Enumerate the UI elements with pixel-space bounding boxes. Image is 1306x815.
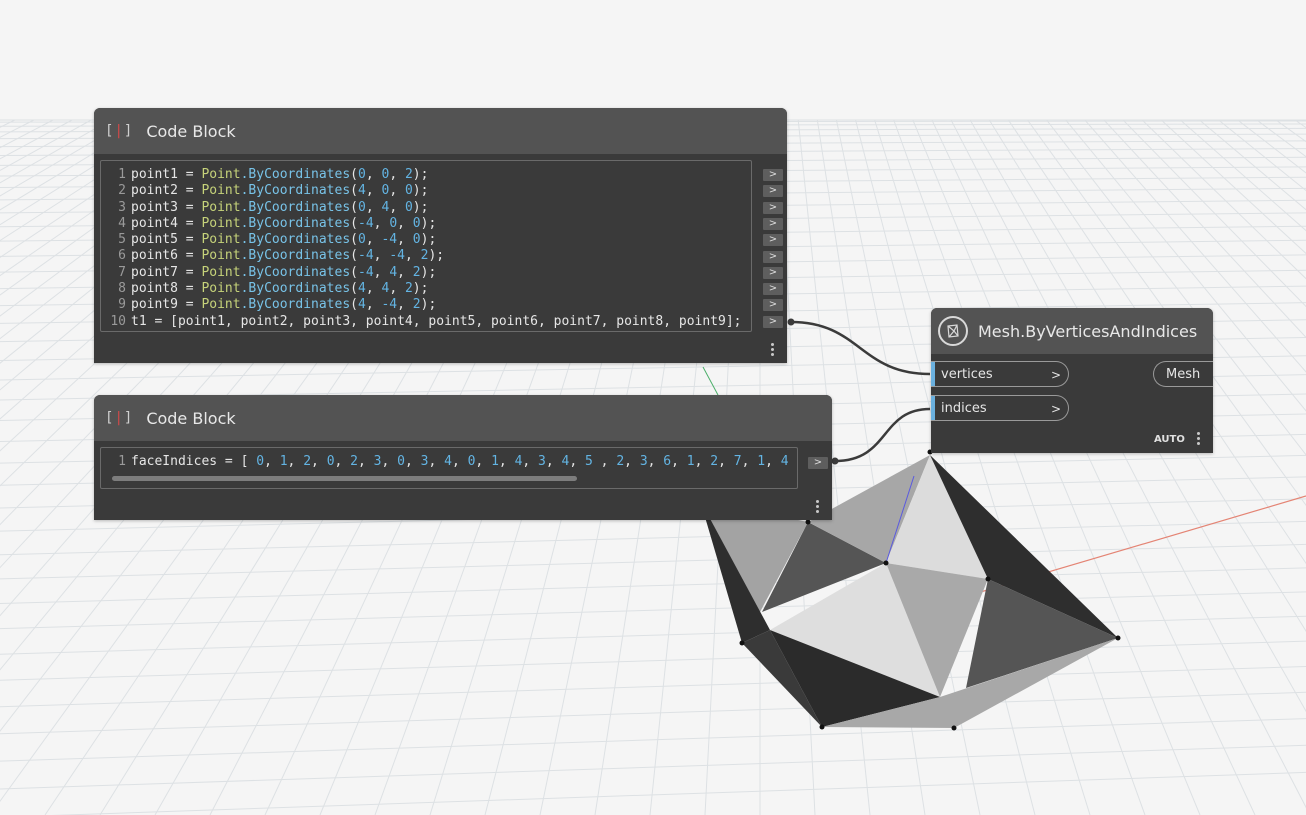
code-line: 8 point8 = Point .ByCoordinates(4, 4, 2); xyxy=(118,281,429,297)
y-axis-line xyxy=(702,366,719,396)
node-header[interactable]: [|] Code Block xyxy=(94,395,832,441)
code-line: 4 point4 = Point .ByCoordinates(-4, 0, 0); xyxy=(118,215,437,231)
index-value: 1 xyxy=(279,454,288,469)
output-port-button[interactable]: > xyxy=(763,185,783,198)
code-line: 3 point3 = Point .ByCoordinates(0, 4, 0); xyxy=(118,199,429,215)
node-menu-icon[interactable] xyxy=(771,343,775,358)
output-port-button[interactable]: > xyxy=(808,457,828,469)
port-accent xyxy=(931,396,935,420)
code-block-icon: [|] xyxy=(105,123,134,139)
output-port-button[interactable]: > xyxy=(763,217,783,230)
index-value: 0 xyxy=(326,454,335,469)
index-value: 1 xyxy=(686,454,695,469)
code-line: 1 point1 = Point .ByCoordinates(0, 0, 2); xyxy=(118,167,429,182)
index-value: 4 xyxy=(514,454,523,469)
output-port-mesh[interactable]: Mesh xyxy=(1153,361,1213,387)
node-title: Mesh.ByVerticesAndIndices xyxy=(978,321,1198,341)
code-editor[interactable]: 1 faceIndices = [ 0, 1, 2, 0, 2, 3, 0, 3,… xyxy=(100,447,798,489)
output-port-button[interactable]: > xyxy=(763,201,783,214)
index-value: 4 xyxy=(561,454,570,469)
horizontal-scrollbar[interactable] xyxy=(112,476,577,481)
node-header[interactable]: Mesh.ByVerticesAndIndices xyxy=(931,308,1213,354)
code-line: 1 faceIndices = [ 0, 1, 2, 0, 2, 3, 0, 3,… xyxy=(118,454,789,469)
code-line: 2 point2 = Point .ByCoordinates(4, 0, 0); xyxy=(118,183,429,199)
input-port-indices[interactable]: indices > xyxy=(931,395,1069,421)
mesh-by-vertices-and-indices-node[interactable]: Mesh.ByVerticesAndIndices vertices > ind… xyxy=(931,308,1213,453)
index-value: 1 xyxy=(757,454,766,469)
node-menu-icon[interactable] xyxy=(816,500,820,515)
index-value: 0 xyxy=(256,454,265,469)
index-value: 7 xyxy=(733,454,742,469)
wire-points-to-vertices[interactable] xyxy=(790,320,931,376)
node-header[interactable]: [|] Code Block xyxy=(94,108,787,154)
index-value: 3 xyxy=(373,454,382,469)
code-line: 10 t1 = [point1, point2, point3, point4, … xyxy=(110,313,742,329)
index-value: 1 xyxy=(491,454,499,469)
mesh-node-icon xyxy=(938,316,968,346)
index-value: 2 xyxy=(303,454,312,469)
code-block-node-points[interactable]: [|] Code Block 1 point1 = Point .ByCoordin… xyxy=(94,108,787,363)
index-value: 2 xyxy=(350,454,358,469)
code-line: 6 point6 = Point .ByCoordinates(-4, -4, 2)… xyxy=(118,248,445,264)
input-port-vertices[interactable]: vertices > xyxy=(931,361,1069,387)
output-port-button[interactable]: > xyxy=(763,250,783,263)
index-value: 2 xyxy=(710,454,719,469)
wire-indices-to-indices[interactable] xyxy=(834,407,931,463)
code-line: 9 point9 = Point .ByCoordinates(4, -4, 2); xyxy=(118,297,437,313)
output-port-button[interactable]: > xyxy=(763,234,783,247)
node-title: Code Block xyxy=(146,408,236,428)
wire-start-dot xyxy=(831,457,839,465)
wire-start-dot xyxy=(787,318,795,326)
output-port-button[interactable]: > xyxy=(763,299,783,312)
index-value: 4 xyxy=(444,454,452,469)
index-value: 2 xyxy=(616,454,625,469)
port-accent xyxy=(931,362,935,386)
index-value: 3 xyxy=(538,454,546,469)
node-menu-icon[interactable] xyxy=(1197,432,1201,447)
code-block-icon: [|] xyxy=(105,410,134,426)
index-value: 5 xyxy=(585,454,601,469)
output-port-button[interactable]: > xyxy=(763,315,783,328)
node-title: Code Block xyxy=(146,121,236,141)
port-chevron-icon[interactable]: > xyxy=(1051,396,1061,422)
output-port-button[interactable]: > xyxy=(763,169,783,181)
output-port-button[interactable]: > xyxy=(763,283,783,296)
port-chevron-icon[interactable]: > xyxy=(1051,362,1061,388)
code-block-node-indices[interactable]: [|] Code Block 1 faceIndices = [ 0, 1, 2,… xyxy=(94,395,832,520)
index-value: 0 xyxy=(467,454,476,469)
lacing-label[interactable]: AUTO xyxy=(1154,434,1185,445)
index-value: 6 xyxy=(663,454,672,469)
code-line: 7 point7 = Point .ByCoordinates(-4, 4, 2); xyxy=(118,264,437,280)
index-value: 4 xyxy=(780,454,789,469)
code-editor[interactable]: 1 point1 = Point .ByCoordinates(0, 0, 2); 2… xyxy=(100,160,752,332)
code-line: 5 point5 = Point .ByCoordinates(0, -4, 0); xyxy=(118,232,437,248)
index-value: 3 xyxy=(639,454,648,469)
output-port-button[interactable]: > xyxy=(763,266,783,279)
index-value: 0 xyxy=(397,454,405,469)
index-value: 3 xyxy=(420,454,429,469)
